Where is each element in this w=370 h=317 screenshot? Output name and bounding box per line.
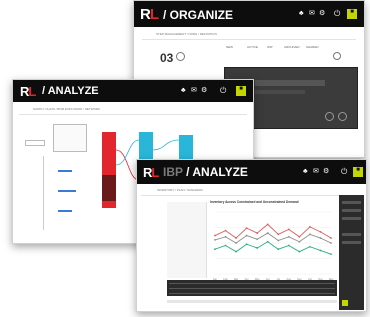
data-point[interactable] [224,244,227,247]
panel-item[interactable] [255,80,325,86]
data-point[interactable] [224,235,227,238]
column-new: NEW [226,45,233,49]
data-point[interactable] [330,237,332,239]
divider [142,39,356,40]
user-icon[interactable]: ■ [353,167,363,177]
panel-control[interactable] [342,241,361,244]
ibp-topbar: RL IBP / ANALYZE ♣ ✉ ⚙ ⏻ ■ [137,160,366,184]
options-icon[interactable] [333,52,341,60]
data-point[interactable] [277,239,280,242]
data-point[interactable] [277,233,280,236]
column-archived: ARCHIVED [284,45,300,49]
data-point[interactable] [245,234,248,237]
data-point[interactable] [214,248,216,251]
page-title: IBP / ANALYZE [163,165,248,179]
data-point[interactable] [266,240,269,243]
data-point[interactable] [245,243,248,246]
data-point[interactable] [235,242,237,244]
data-point[interactable] [298,240,301,243]
resize-handle[interactable] [342,300,348,306]
table-row [169,283,335,284]
series-line-2 [214,241,332,255]
data-point[interactable] [319,230,322,233]
power-icon[interactable]: ⏻ [341,168,347,176]
logo: RL [140,6,159,23]
data-point[interactable] [287,244,290,247]
power-icon[interactable]: ⏻ [334,10,340,18]
data-point[interactable] [319,237,322,239]
mail-icon[interactable]: ✉ [309,10,315,17]
data-point[interactable] [256,232,259,234]
panel-control[interactable] [342,209,361,212]
data-point[interactable] [309,233,311,236]
organize-topbar: RL / ORGANIZE ♣ ✉ ⚙ ⏻ ■ [134,1,364,27]
table-row [169,293,335,294]
data-point[interactable] [309,245,311,248]
series-line-1 [214,232,332,244]
step-number: 03 [160,51,174,65]
title-text: / ANALYZE [186,165,248,179]
data-point[interactable] [287,235,290,238]
data-table [167,280,337,296]
page-title: / ORGANIZE [163,8,234,22]
column-wip: WIP [267,45,273,49]
mail-icon[interactable]: ✉ [313,168,319,175]
cancel-icon[interactable] [338,112,347,121]
data-point[interactable] [277,248,280,251]
data-point[interactable] [245,227,248,230]
title-prefix: IBP [163,165,183,179]
column-shared: SHARED [306,45,319,49]
line-chart: JanFebMarAprMayJunJulAugSepOctNovDec [213,211,334,281]
filter-panel [167,202,207,278]
panel-control[interactable] [342,233,361,236]
bell-icon[interactable]: ♣ [303,168,308,175]
data-point[interactable] [235,250,237,253]
data-point[interactable] [287,228,290,231]
data-point[interactable] [319,249,322,252]
breadcrumb: STEP MANAGEMENT / NODE / DEFINITION [156,32,217,36]
data-point[interactable] [309,225,311,228]
chart-title: Inventory Across Constrained and Unconst… [210,200,299,204]
data-point[interactable] [256,247,259,249]
data-point[interactable] [214,234,216,237]
panel-item[interactable] [255,90,305,94]
gear-icon[interactable]: ⚙ [323,168,329,175]
logo: RL [143,165,159,180]
data-point[interactable] [214,239,216,241]
data-point[interactable] [266,223,269,226]
gear-icon[interactable]: ⚙ [319,10,325,17]
side-panel [339,195,364,310]
scrollbar[interactable] [167,300,337,303]
data-point[interactable] [235,237,237,239]
data-point[interactable] [298,250,301,253]
panel-control[interactable] [342,217,361,220]
column-active: ACTIVE [247,45,258,49]
bell-icon[interactable]: ♣ [299,10,304,17]
data-point[interactable] [256,238,259,241]
divider [141,195,362,196]
panel-control[interactable] [342,201,361,204]
data-point[interactable] [266,232,269,234]
table-row [169,288,335,289]
confirm-icon[interactable] [325,112,334,121]
data-point[interactable] [224,229,227,232]
data-point[interactable] [330,253,332,256]
ibp-window: RL IBP / ANALYZE ♣ ✉ ⚙ ⏻ ■ INVENTORY / P… [136,159,367,312]
data-point[interactable] [330,242,332,244]
step-icon[interactable] [176,52,185,61]
user-icon[interactable]: ■ [347,9,357,19]
data-point[interactable] [298,235,301,238]
breadcrumb: INVENTORY / PLAN / SCENARIO [157,188,203,192]
